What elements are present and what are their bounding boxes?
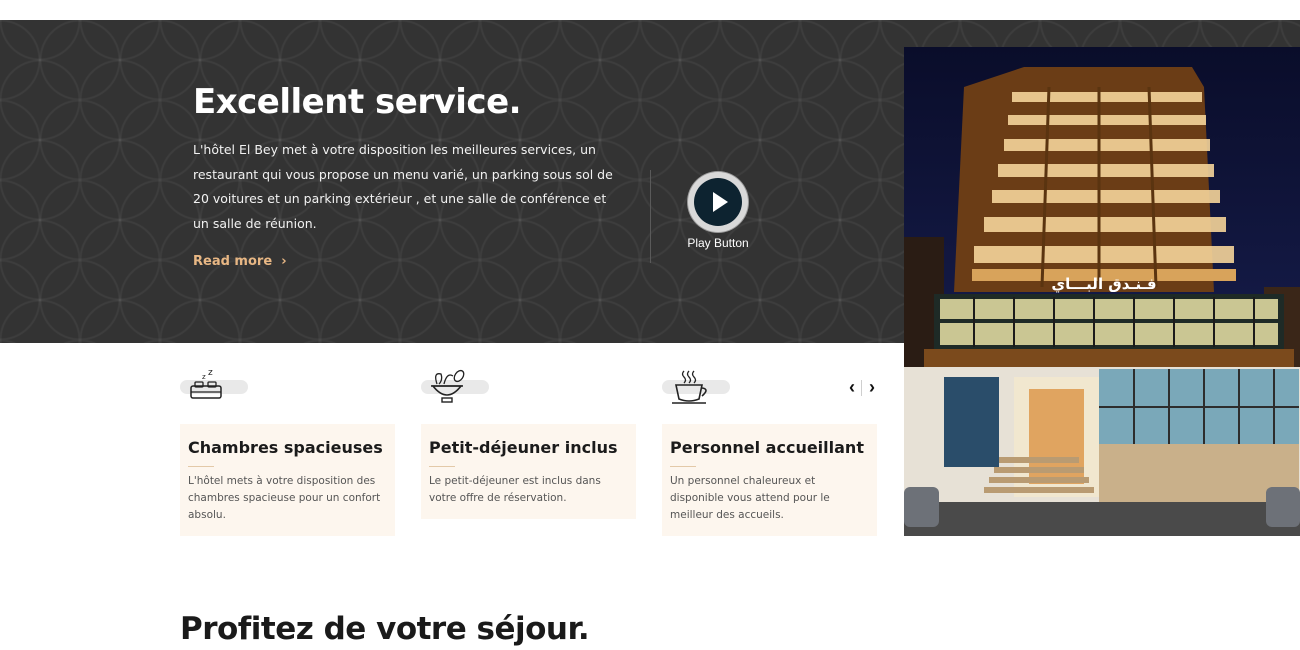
- sleeping-bed-icon: z z: [180, 368, 250, 408]
- play-icon: [688, 172, 748, 232]
- carousel-nav: ‹ ›: [845, 378, 880, 398]
- section-title: Profitez de votre séjour.: [180, 611, 590, 647]
- play-button[interactable]: Play Button: [680, 172, 756, 252]
- play-button-label: Play Button: [687, 236, 749, 250]
- feature-card-petit-dejeuner: Petit-déjeuner inclus Le petit-déjeuner …: [421, 424, 636, 519]
- feature-card-text: Le petit-déjeuner est inclus dans votre …: [429, 475, 601, 504]
- feature-card-title: Personnel accueillant: [670, 438, 864, 457]
- feature-card-title: Petit-déjeuner inclus: [429, 438, 618, 457]
- hero-description: L'hôtel El Bey met à votre disposition l…: [193, 142, 613, 231]
- card-divider: [670, 466, 696, 467]
- read-more-link[interactable]: Read more ›: [193, 254, 287, 269]
- card-divider: [188, 466, 214, 467]
- read-more-label: Read more: [193, 254, 273, 269]
- chevron-right-icon: ›: [276, 254, 287, 269]
- hero-title: Excellent service.: [193, 82, 522, 122]
- coffee-cup-icon: [662, 368, 732, 408]
- arrow-divider: [861, 380, 862, 396]
- feature-card-text: Un personnel chaleureux et disponible vo…: [670, 475, 830, 521]
- feature-card-title: Chambres spacieuses: [188, 438, 383, 457]
- vertical-divider: [650, 170, 651, 263]
- card-divider: [429, 466, 455, 467]
- feature-card-personnel: Personnel accueillant Un personnel chale…: [662, 424, 877, 536]
- breakfast-bowl-icon: [421, 368, 491, 408]
- hotel-building-illustration: فـنـدق البـــاي: [904, 67, 1300, 536]
- feature-card-chambres: Chambres spacieuses L'hôtel mets à votre…: [180, 424, 395, 536]
- prev-arrow-button[interactable]: ‹: [845, 378, 859, 398]
- svg-text:z: z: [208, 368, 213, 378]
- svg-text:z: z: [202, 373, 206, 381]
- hotel-photo: فـنـدق البـــاي: [904, 47, 1300, 536]
- feature-card-text: L'hôtel mets à votre disposition des cha…: [188, 475, 381, 521]
- next-arrow-button[interactable]: ›: [865, 378, 879, 398]
- hotel-sign: فـنـدق البـــاي: [1051, 275, 1156, 294]
